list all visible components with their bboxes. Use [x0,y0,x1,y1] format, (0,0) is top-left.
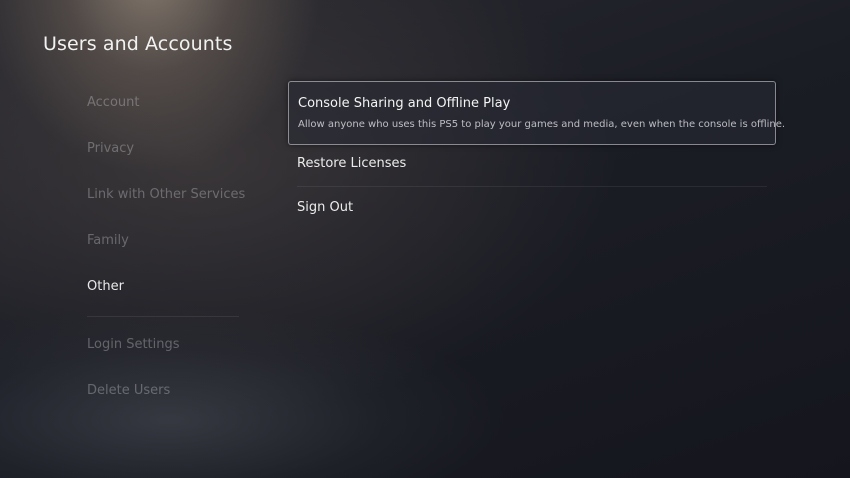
option-description: Allow anyone who uses this PS5 to play y… [298,119,786,130]
sidebar-item-login-settings[interactable]: Login Settings [87,322,180,368]
option-title: Console Sharing and Offline Play [298,96,511,111]
restore-licenses-option[interactable]: Restore Licenses [288,144,768,186]
sign-out-option[interactable]: Sign Out [288,188,768,230]
sidebar-item-family[interactable]: Family [87,218,129,264]
sidebar-item-other[interactable]: Other [87,264,124,310]
console-sharing-option[interactable]: Console Sharing and Offline Play Allow a… [288,81,785,145]
option-label: Sign Out [297,200,354,215]
page-title: Users and Accounts [43,33,233,55]
option-label: Restore Licenses [297,156,407,171]
sidebar-divider [87,316,239,317]
sidebar-item-account[interactable]: Account [87,80,140,126]
sidebar-item-privacy[interactable]: Privacy [87,126,134,172]
sidebar-item-delete-users[interactable]: Delete Users [87,368,170,414]
sidebar-item-link-with-other-services[interactable]: Link with Other Services [87,172,245,218]
option-divider [297,186,767,187]
